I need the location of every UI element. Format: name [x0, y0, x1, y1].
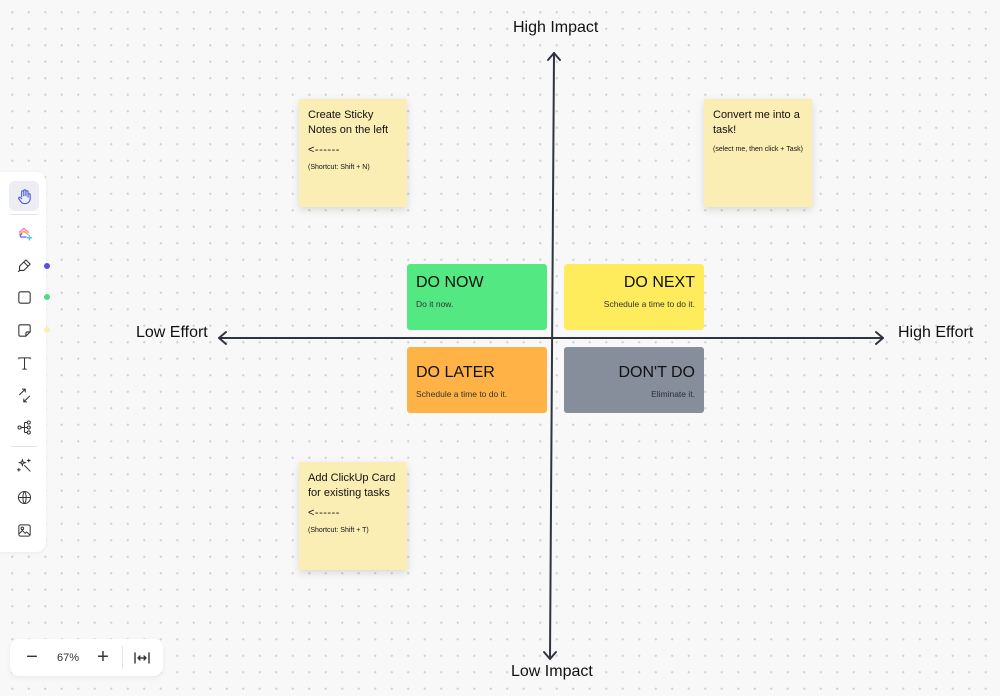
sticky-note-convert[interactable]: Convert me into a task! (select me, then… — [704, 99, 812, 207]
sticky-note-create[interactable]: Create Sticky Notes on the left <------ … — [299, 99, 407, 207]
sticky-hint: (select me, then click + Task) — [713, 146, 803, 153]
zoom-level[interactable]: 67% — [50, 639, 86, 676]
quadrant-title: DO NEXT — [623, 274, 695, 291]
mind-map-icon — [16, 419, 31, 435]
sticky-note-add-card[interactable]: Add ClickUp Card for existing tasks <---… — [299, 462, 407, 570]
tool-embed[interactable] — [9, 482, 39, 512]
sticky-hint: (Shortcut: Shift + T) — [308, 527, 369, 534]
pen-icon — [17, 258, 31, 272]
sticky-title: Add ClickUp Card for existing tasks — [308, 472, 396, 499]
hand-icon — [17, 188, 31, 204]
toolbar-divider — [11, 446, 37, 447]
shape-color-dot[interactable] — [44, 294, 50, 300]
sticky-color-dot[interactable] — [44, 327, 50, 333]
quadrant-subtitle: Schedule a time to do it. — [603, 299, 695, 309]
zoom-out-button[interactable]: − — [20, 639, 44, 676]
sticky-title: Convert me into a task! — [713, 109, 800, 136]
tool-clickup-add[interactable] — [9, 218, 39, 248]
tool-shape[interactable] — [9, 282, 39, 312]
quadrant-subtitle: Eliminate it. — [651, 389, 695, 399]
text-icon — [17, 356, 31, 370]
tool-ai-magic[interactable] — [9, 450, 39, 480]
zoom-controls: − 67% + — [10, 639, 163, 676]
magic-wand-icon — [16, 457, 31, 472]
tool-text[interactable] — [9, 348, 39, 378]
sticky-hint: (Shortcut: Shift + N) — [308, 164, 370, 171]
axis-label-low-impact: Low Impact — [511, 663, 593, 680]
sticky-note-icon — [17, 323, 31, 337]
globe-icon — [17, 490, 31, 504]
sticky-arrow: <------ — [308, 507, 340, 519]
tool-sticky[interactable] — [9, 315, 39, 345]
quadrant-do-next[interactable]: DO NEXT Schedule a time to do it. — [564, 264, 704, 330]
tool-pen[interactable] — [9, 250, 39, 280]
arrow-right-icon — [875, 331, 884, 345]
quadrant-subtitle: Schedule a time to do it. — [416, 389, 508, 399]
zoom-divider — [122, 646, 123, 669]
quadrant-title: DO NOW — [416, 274, 484, 291]
tool-connector[interactable] — [9, 380, 39, 410]
vertical-axis — [549, 52, 555, 659]
arrow-down-icon — [543, 651, 557, 660]
sticky-arrow: <------ — [308, 144, 340, 156]
square-icon — [17, 290, 31, 304]
axis-label-high-effort: High Effort — [898, 324, 974, 341]
quadrant-dont-do[interactable]: DON'T DO Eliminate it. — [564, 347, 704, 413]
fit-to-screen-button[interactable] — [128, 639, 156, 676]
quadrant-do-later[interactable]: DO LATER Schedule a time to do it. — [407, 347, 547, 413]
quadrant-title: DON'T DO — [618, 364, 695, 381]
sticky-title: Create Sticky Notes on the left — [308, 109, 389, 136]
pen-color-dot[interactable] — [44, 263, 50, 269]
axis-label-low-effort: Low Effort — [136, 324, 208, 341]
quadrant-subtitle: Do it now. — [416, 299, 454, 309]
toolbar-divider — [11, 214, 37, 215]
image-icon — [17, 523, 31, 537]
clickup-add-icon — [18, 227, 32, 241]
tool-hand[interactable] — [9, 181, 39, 211]
left-toolbar — [0, 172, 50, 552]
fit-width-icon — [134, 651, 150, 664]
zoom-in-button[interactable]: + — [90, 639, 116, 676]
axis-label-high-impact: High Impact — [513, 19, 599, 36]
connector-icon — [18, 388, 30, 402]
arrow-up-icon — [547, 52, 561, 61]
tool-mind-map[interactable] — [9, 412, 39, 442]
quadrant-title: DO LATER — [416, 364, 495, 381]
tool-image[interactable] — [9, 515, 39, 545]
quadrant-do-now[interactable]: DO NOW Do it now. — [407, 264, 547, 330]
arrow-left-icon — [218, 331, 227, 345]
